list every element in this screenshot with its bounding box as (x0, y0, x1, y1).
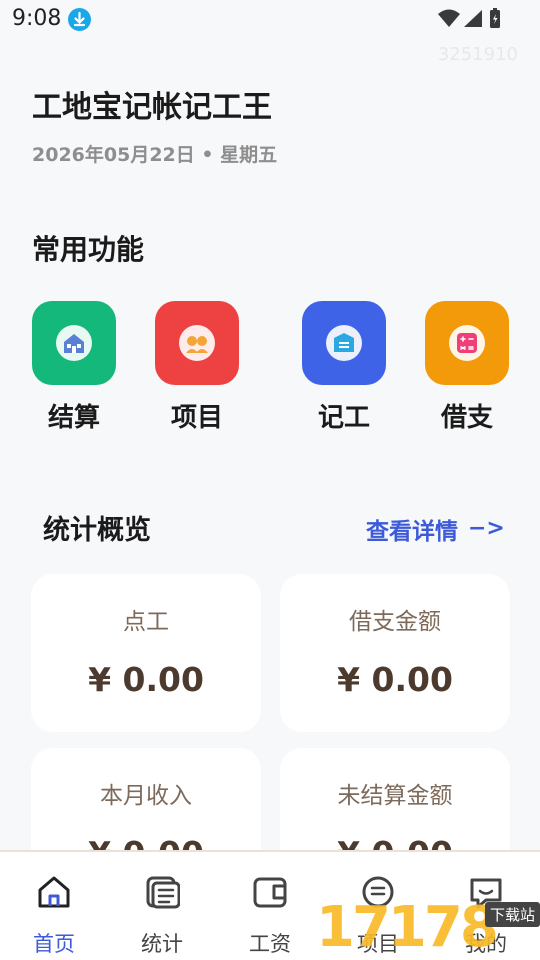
worklog-icon-tile (302, 301, 386, 385)
status-icons (438, 8, 502, 30)
home-icon (38, 876, 70, 908)
view-details-link[interactable]: 查看详情 (366, 512, 458, 546)
function-worklog[interactable]: 记工 (302, 301, 386, 436)
project-icon (186, 336, 208, 353)
status-bar: 9:08 (0, 0, 540, 40)
download-icon (68, 8, 91, 31)
nav-wages[interactable]: 工资 (216, 852, 324, 960)
stats-icon (146, 876, 180, 909)
function-label: 记工 (317, 403, 370, 433)
site-watermark-tag: 下载站 (484, 902, 540, 927)
function-label: 结算 (47, 403, 100, 433)
battery-icon (490, 8, 500, 28)
settlement-icon-tile (32, 301, 116, 385)
stat-label: 点工 (123, 609, 169, 635)
project-icon-tile (155, 301, 239, 385)
settlement-icon (64, 334, 84, 353)
nav-stats[interactable]: 统计 (108, 852, 216, 960)
status-time: 9:08 (12, 6, 62, 31)
nav-label: 工资 (249, 932, 291, 956)
function-settlement[interactable]: 结算 (32, 301, 116, 436)
site-watermark-number: 17178 (316, 895, 499, 960)
stat-value: ¥ 0.00 (88, 660, 204, 699)
function-label: 借支 (440, 403, 493, 433)
stat-label: 借支金额 (349, 609, 441, 635)
function-label: 项目 (170, 403, 223, 433)
advance-icon-tile (425, 301, 509, 385)
common-functions-title: 常用功能 (32, 233, 145, 266)
current-date: 2026年05月22日 • 星期五 (32, 144, 278, 166)
wallet-icon (253, 877, 287, 908)
arrow-right-icon[interactable]: −> (468, 516, 505, 541)
wifi-icon (438, 9, 460, 27)
nav-label: 首页 (33, 932, 75, 956)
site-watermark-logo: 17178 下载站 (316, 896, 540, 960)
function-project[interactable]: 项目 (155, 301, 239, 436)
signal-icon (464, 10, 482, 27)
nav-home[interactable]: 首页 (0, 852, 108, 960)
nav-label: 统计 (141, 932, 183, 956)
stat-card-advance-amount[interactable]: 借支金额 ¥ 0.00 (280, 574, 510, 732)
stats-overview-title: 统计概览 (43, 515, 151, 546)
watermark-id: 3251910 (437, 44, 518, 65)
function-advance[interactable]: 借支 (425, 301, 509, 436)
stat-card-daywork[interactable]: 点工 ¥ 0.00 (31, 574, 261, 732)
stat-label: 未结算金额 (337, 783, 453, 809)
app-title: 工地宝记帐记工王 (32, 90, 272, 125)
stat-label: 本月收入 (100, 783, 192, 809)
stat-value: ¥ 0.00 (337, 660, 453, 699)
advance-icon (457, 333, 477, 353)
worklog-icon (334, 333, 354, 352)
